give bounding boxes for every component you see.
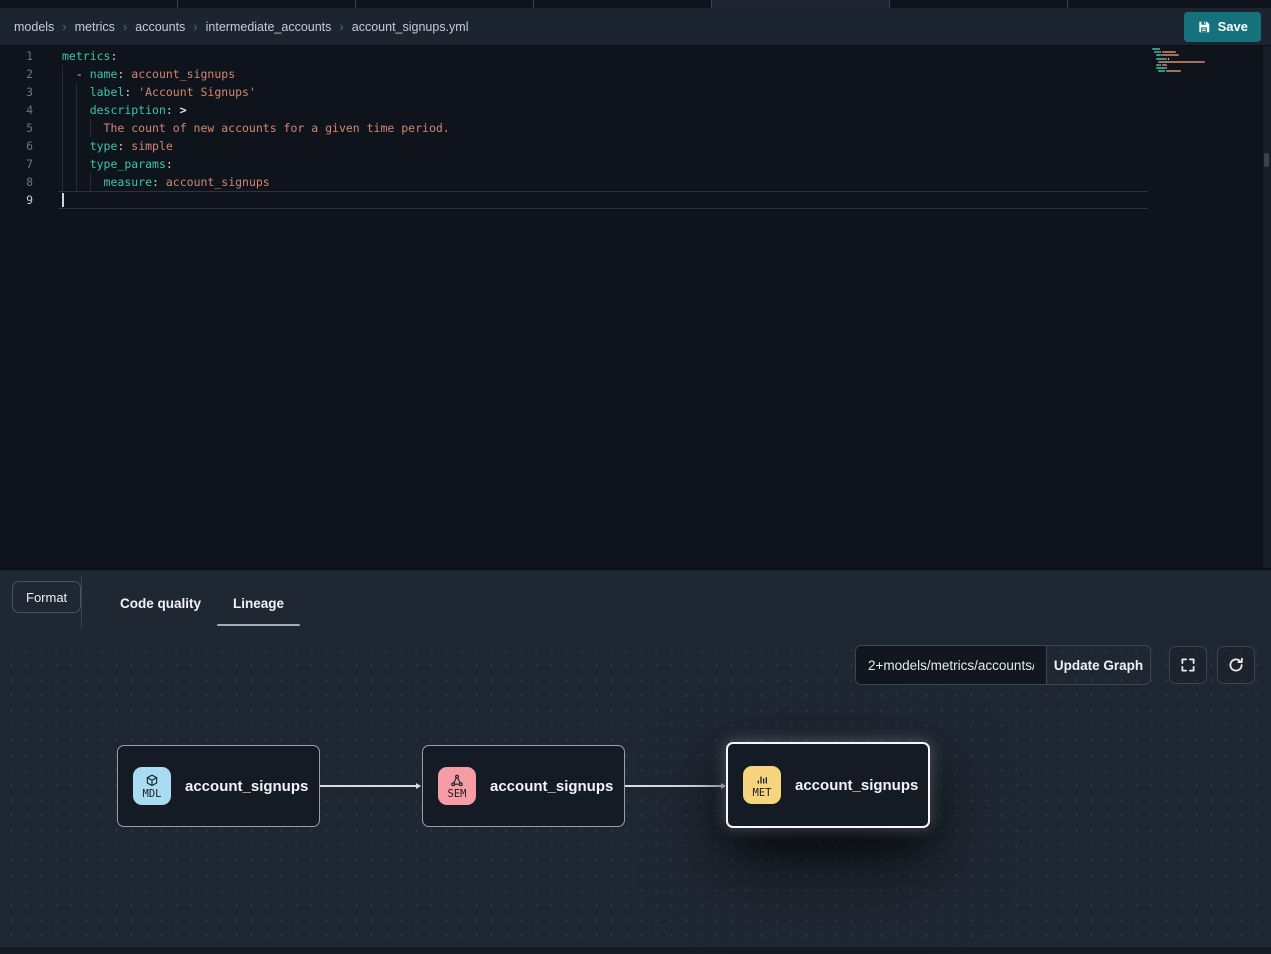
lineage-node-mdl[interactable]: MDL account_signups (117, 745, 320, 827)
minimap-line (1162, 54, 1178, 56)
editor-tab-slot[interactable] (534, 0, 712, 8)
graph-selector-group: Update Graph (855, 645, 1151, 685)
breadcrumb-item[interactable]: intermediate_accounts (206, 20, 332, 34)
code-line[interactable]: - name: account_signups (62, 65, 450, 83)
minimap-line (1160, 51, 1161, 53)
code-line[interactable]: description: > (62, 101, 450, 119)
minimap-line (1166, 67, 1167, 69)
minimap-line (1162, 64, 1168, 66)
minimap-line (1166, 70, 1180, 72)
fullscreen-button[interactable] (1169, 646, 1207, 684)
line-number: 3 (0, 83, 33, 101)
node-badge-label: SEM (448, 789, 467, 800)
format-button[interactable]: Format (12, 581, 81, 613)
minimap-line (1156, 67, 1166, 69)
code-editor[interactable]: 123456789 metrics: - name: account_signu… (0, 46, 1271, 568)
node-badge-sem: SEM (438, 767, 476, 805)
breadcrumb-separator-icon: › (62, 19, 66, 34)
breadcrumb-separator-icon: › (123, 19, 127, 34)
code-line[interactable]: The count of new accounts for a given ti… (62, 119, 450, 137)
breadcrumb-item[interactable]: models (14, 20, 54, 34)
breadcrumb-bar: models › metrics › accounts › intermediate_acc… (0, 8, 1271, 46)
editor-tab-slot[interactable] (890, 0, 1068, 8)
bar-chart-icon (754, 772, 770, 788)
lineage-graph-canvas[interactable]: Update Graph MDL account_signups SEM accoun… (0, 637, 1271, 947)
minimap-line (1156, 54, 1161, 56)
node-label: account_signups (185, 778, 308, 795)
node-label: account_signups (490, 778, 613, 795)
node-badge-label: MDL (143, 789, 162, 800)
editor-tab-strip (0, 0, 1271, 8)
line-number: 5 (0, 119, 33, 137)
breadcrumb: models › metrics › accounts › intermediate_acc… (14, 19, 469, 34)
panel-tabs: Code qualityLineage (104, 570, 300, 637)
line-number: 1 (0, 47, 33, 65)
semantic-graph-icon (449, 773, 465, 789)
line-number: 8 (0, 173, 33, 191)
node-badge-met: MET (743, 766, 781, 804)
refresh-icon (1227, 656, 1245, 674)
save-icon (1197, 20, 1211, 34)
minimap-line (1159, 48, 1160, 50)
editor-tab-slot[interactable] (178, 0, 356, 8)
editor-tab-slot[interactable] (0, 0, 178, 8)
editor-tab-slot[interactable] (1068, 0, 1271, 8)
line-number: 6 (0, 137, 33, 155)
minimap-line (1158, 61, 1206, 63)
code-line[interactable] (62, 191, 450, 209)
minimap-line (1162, 51, 1176, 53)
tab-divider (81, 576, 82, 628)
minimap-line (1164, 70, 1165, 72)
minimap-line (1152, 48, 1159, 50)
lineage-node-met[interactable]: MET account_signups (726, 742, 930, 828)
code-content[interactable]: metrics: - name: account_signups label: … (62, 47, 450, 209)
panel-bottom-strip (0, 947, 1271, 954)
lineage-edge (625, 785, 725, 787)
line-number: 4 (0, 101, 33, 119)
code-line[interactable]: type: simple (62, 137, 450, 155)
minimap-line (1156, 58, 1166, 60)
breadcrumb-item[interactable]: account_signups.yml (352, 20, 469, 34)
line-number: 9 (0, 191, 33, 209)
update-graph-button[interactable]: Update Graph (1047, 646, 1150, 684)
scrollbar-thumb[interactable] (1264, 153, 1269, 167)
editor-scrollbar[interactable] (1263, 46, 1271, 568)
lineage-edge (320, 785, 420, 787)
panel-tab-row: Format Code qualityLineage (0, 570, 1271, 637)
line-number: 2 (0, 65, 33, 83)
node-label: account_signups (795, 777, 918, 794)
panel-tab-code-quality[interactable]: Code quality (104, 570, 217, 637)
bottom-panel: Format Code qualityLineage Update Graph (0, 568, 1271, 954)
minimap-line (1160, 64, 1161, 66)
minimap[interactable] (1152, 48, 1260, 108)
code-line[interactable]: measure: account_signups (62, 173, 450, 191)
fullscreen-icon (1179, 656, 1197, 674)
breadcrumb-item[interactable]: metrics (75, 20, 115, 34)
node-selector-input[interactable] (856, 646, 1047, 684)
minimap-line (1158, 70, 1165, 72)
panel-tab-lineage[interactable]: Lineage (217, 570, 300, 637)
editor-tab-slot-active[interactable] (712, 0, 890, 8)
lineage-node-sem[interactable]: SEM account_signups (422, 745, 625, 827)
minimap-line (1161, 54, 1162, 56)
minimap-line (1166, 58, 1167, 60)
breadcrumb-item[interactable]: accounts (135, 20, 185, 34)
node-badge-label: MET (753, 788, 772, 799)
line-number-gutter: 123456789 (0, 47, 33, 209)
refresh-button[interactable] (1217, 646, 1255, 684)
cube-icon (144, 773, 160, 789)
code-line[interactable]: label: 'Account Signups' (62, 83, 450, 101)
code-line[interactable]: metrics: (62, 47, 450, 65)
save-button-label: Save (1218, 19, 1248, 34)
minimap-line (1168, 58, 1169, 60)
editor-tab-slot[interactable] (356, 0, 534, 8)
line-number: 7 (0, 155, 33, 173)
save-button[interactable]: Save (1184, 12, 1261, 42)
breadcrumb-separator-icon: › (339, 19, 343, 34)
code-line[interactable]: type_params: (62, 155, 450, 173)
breadcrumb-separator-icon: › (193, 19, 197, 34)
node-badge-mdl: MDL (133, 767, 171, 805)
